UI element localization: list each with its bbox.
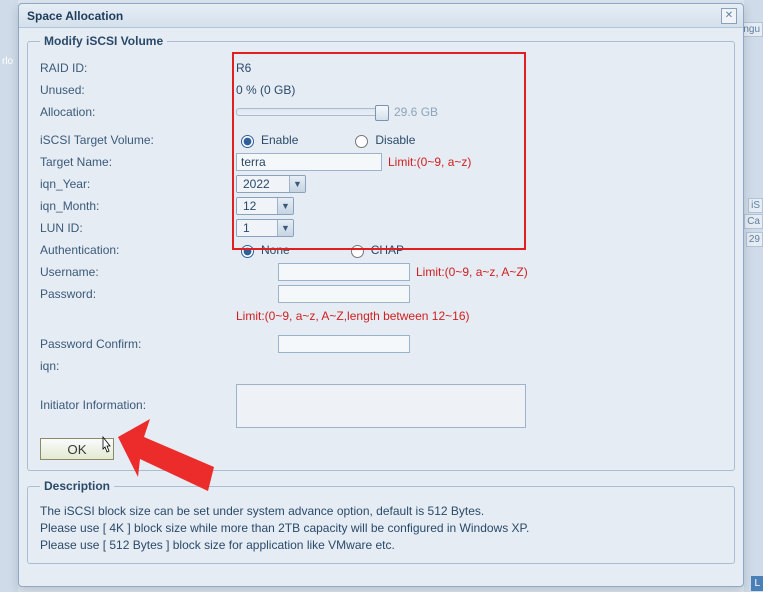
iqn-month-label: iqn_Month: bbox=[40, 199, 236, 213]
unused-label: Unused: bbox=[40, 83, 236, 97]
iqn-label: iqn: bbox=[40, 359, 236, 373]
username-limit: Limit:(0~9, a~z, A~Z) bbox=[416, 265, 528, 279]
modify-fieldset: Modify iSCSI Volume RAID ID: R6 Unused: … bbox=[27, 34, 735, 471]
iqn-month-select[interactable]: 12 bbox=[237, 198, 277, 214]
row-iqn-year: iqn_Year: 2022 ▼ bbox=[40, 174, 722, 194]
target-name-label: Target Name: bbox=[40, 155, 236, 169]
lun-id-label: LUN ID: bbox=[40, 221, 236, 235]
allocation-label: Allocation: bbox=[40, 105, 236, 119]
background-right: ingu iS Ca 29 L bbox=[744, 0, 763, 592]
row-authentication: Authentication: None CHAP bbox=[40, 240, 722, 260]
password-label: Password: bbox=[40, 287, 236, 301]
description-line-3: Please use [ 512 Bytes ] block size for … bbox=[40, 537, 722, 554]
row-password-limit: Limit:(0~9, a~z, A~Z,length between 12~1… bbox=[40, 306, 722, 326]
row-raid-id: RAID ID: R6 bbox=[40, 58, 722, 78]
password-confirm-input[interactable] bbox=[278, 335, 410, 353]
unused-value: 0 % (0 GB) bbox=[236, 83, 295, 97]
radio-disable-wrap[interactable]: Disable bbox=[350, 132, 415, 148]
row-target-volume: iSCSI Target Volume: Enable Disable bbox=[40, 130, 722, 150]
password-input[interactable] bbox=[278, 285, 410, 303]
chevron-down-icon: ▼ bbox=[289, 176, 305, 192]
radio-none-wrap[interactable]: None bbox=[236, 242, 290, 258]
username-input[interactable] bbox=[278, 263, 410, 281]
username-label: Username: bbox=[40, 265, 236, 279]
row-password-confirm: Password Confirm: bbox=[40, 334, 722, 354]
radio-disable-label: Disable bbox=[375, 133, 415, 147]
chevron-down-icon: ▼ bbox=[277, 198, 293, 214]
close-icon: ✕ bbox=[725, 10, 733, 21]
row-iqn-month: iqn_Month: 12 ▼ bbox=[40, 196, 722, 216]
window-title: Space Allocation bbox=[27, 9, 123, 23]
target-name-input[interactable] bbox=[236, 153, 382, 171]
radio-enable-wrap[interactable]: Enable bbox=[236, 132, 298, 148]
chevron-down-icon: ▼ bbox=[277, 220, 293, 236]
lun-id-select[interactable]: 1 bbox=[237, 220, 277, 236]
raid-id-label: RAID ID: bbox=[40, 61, 236, 75]
description-fieldset: Description The iSCSI block size can be … bbox=[27, 479, 735, 564]
row-unused: Unused: 0 % (0 GB) bbox=[40, 80, 722, 100]
lun-id-select-wrap[interactable]: 1 ▼ bbox=[236, 219, 294, 237]
radio-enable[interactable] bbox=[241, 135, 254, 148]
allocation-slider[interactable] bbox=[236, 108, 388, 116]
password-limit: Limit:(0~9, a~z, A~Z,length between 12~1… bbox=[236, 309, 469, 323]
description-line-2: Please use [ 4K ] block size while more … bbox=[40, 520, 722, 537]
iqn-year-select[interactable]: 2022 bbox=[237, 176, 289, 192]
row-allocation: Allocation: 29.6 GB bbox=[40, 102, 722, 122]
radio-chap-label: CHAP bbox=[371, 243, 404, 257]
initiator-label: Initiator Information: bbox=[40, 384, 236, 412]
description-text: The iSCSI block size can be set under sy… bbox=[40, 503, 722, 553]
slider-thumb[interactable] bbox=[375, 105, 389, 121]
iqn-year-select-wrap[interactable]: 2022 ▼ bbox=[236, 175, 306, 193]
target-name-limit: Limit:(0~9, a~z) bbox=[388, 155, 471, 169]
radio-chap-wrap[interactable]: CHAP bbox=[346, 242, 404, 258]
background-left: rlo bbox=[0, 0, 18, 592]
row-lun-id: LUN ID: 1 ▼ bbox=[40, 218, 722, 238]
allocation-value: 29.6 GB bbox=[394, 105, 438, 119]
radio-disable[interactable] bbox=[355, 135, 368, 148]
radio-chap[interactable] bbox=[351, 245, 364, 258]
modify-legend: Modify iSCSI Volume bbox=[40, 34, 167, 48]
radio-enable-label: Enable bbox=[261, 133, 298, 147]
dialog-window: Space Allocation ✕ Modify iSCSI Volume R… bbox=[18, 3, 744, 587]
initiator-textarea[interactable] bbox=[236, 384, 526, 428]
row-password: Password: bbox=[40, 284, 722, 304]
iqn-year-label: iqn_Year: bbox=[40, 177, 236, 191]
password-confirm-label: Password Confirm: bbox=[40, 337, 236, 351]
radio-none-label: None bbox=[261, 243, 290, 257]
description-line-1: The iSCSI block size can be set under sy… bbox=[40, 503, 722, 520]
row-username: Username: Limit:(0~9, a~z, A~Z) bbox=[40, 262, 722, 282]
radio-none[interactable] bbox=[241, 245, 254, 258]
row-target-name: Target Name: Limit:(0~9, a~z) bbox=[40, 152, 722, 172]
raid-id-value: R6 bbox=[236, 61, 251, 75]
auth-label: Authentication: bbox=[40, 243, 236, 257]
target-volume-label: iSCSI Target Volume: bbox=[40, 133, 236, 147]
row-initiator: Initiator Information: bbox=[40, 384, 722, 428]
titlebar: Space Allocation ✕ bbox=[19, 4, 743, 28]
close-button[interactable]: ✕ bbox=[721, 8, 737, 24]
ok-button[interactable]: OK bbox=[40, 438, 114, 460]
description-legend: Description bbox=[40, 479, 114, 493]
dialog-body: Modify iSCSI Volume RAID ID: R6 Unused: … bbox=[19, 28, 743, 586]
iqn-month-select-wrap[interactable]: 12 ▼ bbox=[236, 197, 294, 215]
row-iqn: iqn: bbox=[40, 356, 722, 376]
